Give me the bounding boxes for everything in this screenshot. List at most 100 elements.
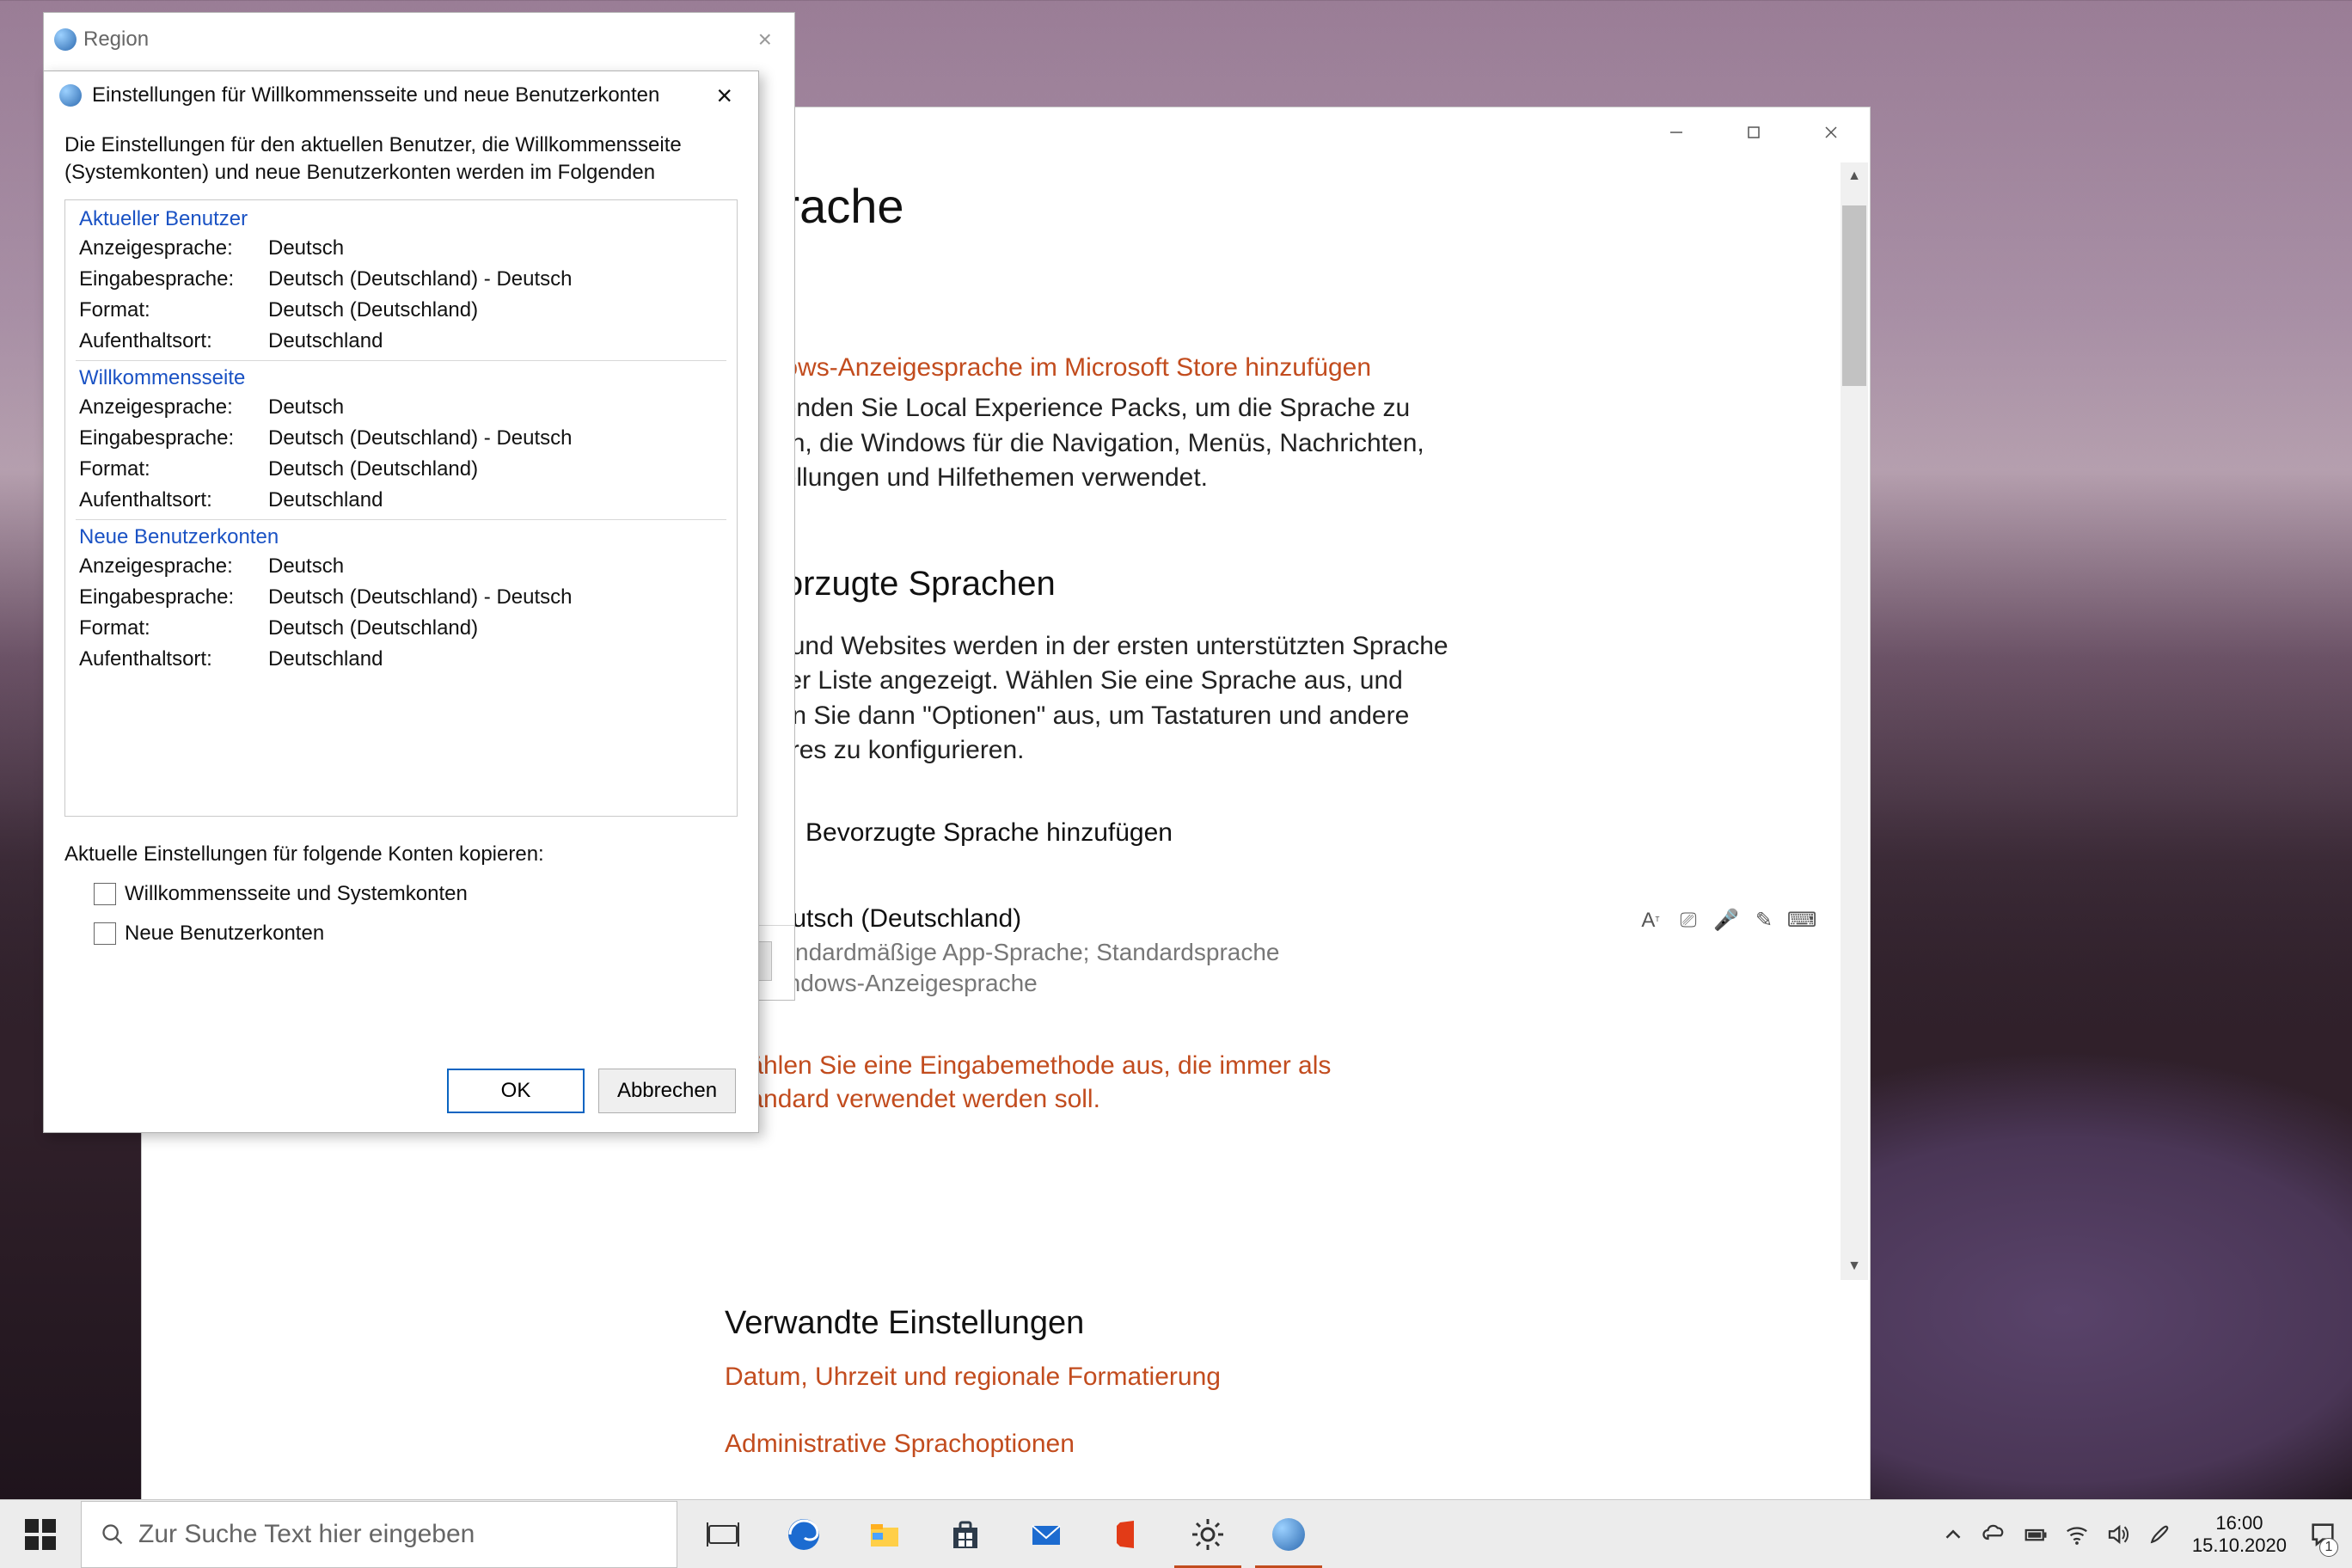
checkbox-row[interactable]: Neue Benutzerkonten: [94, 922, 738, 946]
related-link[interactable]: Administrative Sprachoptionen: [725, 1430, 1835, 1459]
setting-value: Deutsch (Deutschland): [265, 295, 726, 326]
search-placeholder: Zur Suche Text hier eingeben: [138, 1520, 475, 1549]
edge-button[interactable]: [763, 1500, 844, 1568]
wifi-icon[interactable]: [2058, 1500, 2096, 1568]
globe-icon: [1272, 1518, 1305, 1551]
volume-icon[interactable]: [2099, 1500, 2137, 1568]
search-icon: [101, 1522, 125, 1547]
explorer-button[interactable]: [844, 1500, 925, 1568]
scrollbar[interactable]: ▲ ▼: [1841, 162, 1868, 1280]
store-button[interactable]: [925, 1500, 1006, 1568]
table-row: Aufenthaltsort:Deutschland: [76, 644, 726, 675]
preferred-desc: Apps und Websites werden in der ersten u…: [725, 629, 1464, 769]
minimize-button[interactable]: [1638, 107, 1715, 157]
globe-icon: [54, 28, 77, 51]
language-item[interactable]: Deutsch (Deutschland) Standardmäßige App…: [725, 889, 1835, 1015]
language-feature-icons: Aᵀ ⎚ 🎤 ✎ ⌨: [1638, 910, 1815, 932]
setting-value: Deutsch (Deutschland) - Deutsch: [265, 264, 726, 295]
setting-key: Eingabesprache:: [76, 582, 265, 613]
maximize-button[interactable]: [1715, 107, 1792, 157]
handwriting-icon: ✎: [1751, 910, 1777, 932]
notification-badge: 1: [2319, 1538, 2338, 1557]
ok-button[interactable]: OK: [447, 1069, 585, 1113]
settings-table: Anzeigesprache:DeutschEingabesprache:Deu…: [76, 233, 726, 357]
setting-key: Aufenthaltsort:: [76, 644, 265, 675]
start-button[interactable]: [0, 1500, 81, 1568]
setting-value: Deutschland: [265, 485, 726, 516]
region-titlebar[interactable]: Region ×: [44, 13, 794, 66]
group-heading: Neue Benutzerkonten: [76, 520, 726, 551]
pen-icon[interactable]: [2141, 1500, 2178, 1568]
table-row: Anzeigesprache:Deutsch: [76, 233, 726, 264]
clock[interactable]: 16:00 15.10.2020: [2182, 1512, 2297, 1556]
text-to-speech-icon: Aᵀ: [1638, 910, 1663, 932]
add-language-label: Bevorzugte Sprache hinzufügen: [805, 818, 1173, 848]
setting-value: Deutsch: [265, 392, 726, 423]
checkbox[interactable]: [94, 922, 116, 945]
dialog-titlebar[interactable]: Einstellungen für Willkommensseite und n…: [44, 71, 758, 119]
taskbar: Zur Suche Text hier eingeben: [0, 1499, 2352, 1568]
setting-value: Deutsch (Deutschland): [265, 613, 726, 644]
setting-value: Deutsch (Deutschland) - Deutsch: [265, 582, 726, 613]
tray-chevron[interactable]: [1934, 1500, 1972, 1568]
table-row: Aufenthaltsort:Deutschland: [76, 485, 726, 516]
region-title: Region: [83, 28, 149, 52]
mail-button[interactable]: [1006, 1500, 1087, 1568]
table-row: Anzeigesprache:Deutsch: [76, 551, 726, 582]
action-center-button[interactable]: 1: [2300, 1500, 2345, 1568]
table-row: Aufenthaltsort:Deutschland: [76, 326, 726, 357]
related-link[interactable]: Datum, Uhrzeit und regionale Formatierun…: [725, 1363, 1835, 1392]
setting-key: Aufenthaltsort:: [76, 485, 265, 516]
globe-icon: [59, 84, 82, 107]
table-row: Format:Deutsch (Deutschland): [76, 295, 726, 326]
scroll-up-icon[interactable]: ▲: [1841, 162, 1868, 190]
language-name: Deutsch (Deutschland): [759, 904, 1280, 934]
table-row: Eingabesprache:Deutsch (Deutschland) - D…: [76, 264, 726, 295]
add-language-button[interactable]: + Bevorzugte Sprache hinzufügen: [725, 803, 1835, 863]
settings-list: Aktueller BenutzerAnzeigesprache:Deutsch…: [64, 199, 738, 817]
setting-value: Deutschland: [265, 326, 726, 357]
welcome-settings-dialog: Einstellungen für Willkommensseite und n…: [43, 70, 759, 1133]
clock-time: 16:00: [2192, 1512, 2287, 1534]
setting-key: Format:: [76, 613, 265, 644]
display-language-icon: ⎚: [1675, 910, 1701, 932]
keyboard-icon: ⌨: [1789, 910, 1815, 932]
dialog-desc: Die Einstellungen für den aktuellen Benu…: [64, 132, 738, 187]
table-row: Format:Deutsch (Deutschland): [76, 454, 726, 485]
region-app-button[interactable]: [1248, 1500, 1329, 1568]
setting-key: Format:: [76, 454, 265, 485]
setting-key: Anzeigesprache:: [76, 551, 265, 582]
checkbox-label: Willkommensseite und Systemkonten: [125, 882, 468, 906]
page-title: Sprache: [725, 178, 1835, 234]
store-link[interactable]: Windows-Anzeigesprache im Microsoft Stor…: [725, 353, 1835, 383]
input-method-link[interactable]: Wählen Sie eine Eingabemethode aus, die …: [725, 1049, 1378, 1116]
copy-label: Aktuelle Einstellungen für folgende Kont…: [64, 842, 738, 867]
language-sub: Standardmäßige App-Sprache; Standardspra…: [759, 937, 1280, 1000]
checkbox[interactable]: [94, 883, 116, 905]
scroll-down-icon[interactable]: ▼: [1841, 1253, 1868, 1280]
close-button[interactable]: [1792, 107, 1870, 157]
setting-key: Eingabesprache:: [76, 423, 265, 454]
related-heading: Verwandte Einstellungen: [725, 1305, 1835, 1342]
settings-table: Anzeigesprache:DeutschEingabesprache:Deu…: [76, 551, 726, 675]
speech-icon: 🎤: [1713, 910, 1739, 932]
scroll-thumb[interactable]: [1842, 205, 1866, 386]
table-row: Eingabesprache:Deutsch (Deutschland) - D…: [76, 582, 726, 613]
store-desc: Verwenden Sie Local Experience Packs, um…: [725, 391, 1430, 496]
cancel-button[interactable]: Abbrechen: [598, 1069, 736, 1113]
task-view-button[interactable]: [683, 1500, 763, 1568]
table-row: Anzeigesprache:Deutsch: [76, 392, 726, 423]
office-button[interactable]: [1087, 1500, 1167, 1568]
setting-value: Deutsch: [265, 551, 726, 582]
setting-value: Deutsch (Deutschland) - Deutsch: [265, 423, 726, 454]
search-input[interactable]: Zur Suche Text hier eingeben: [81, 1501, 677, 1568]
close-button[interactable]: ×: [706, 82, 743, 109]
setting-key: Eingabesprache:: [76, 264, 265, 295]
checkbox-row[interactable]: Willkommensseite und Systemkonten: [94, 882, 738, 906]
setting-value: Deutsch: [265, 233, 726, 264]
setting-key: Aufenthaltsort:: [76, 326, 265, 357]
battery-icon[interactable]: [2017, 1500, 2055, 1568]
region-close-button[interactable]: ×: [746, 26, 784, 53]
onedrive-icon[interactable]: [1975, 1500, 2013, 1568]
settings-button[interactable]: [1167, 1500, 1248, 1568]
